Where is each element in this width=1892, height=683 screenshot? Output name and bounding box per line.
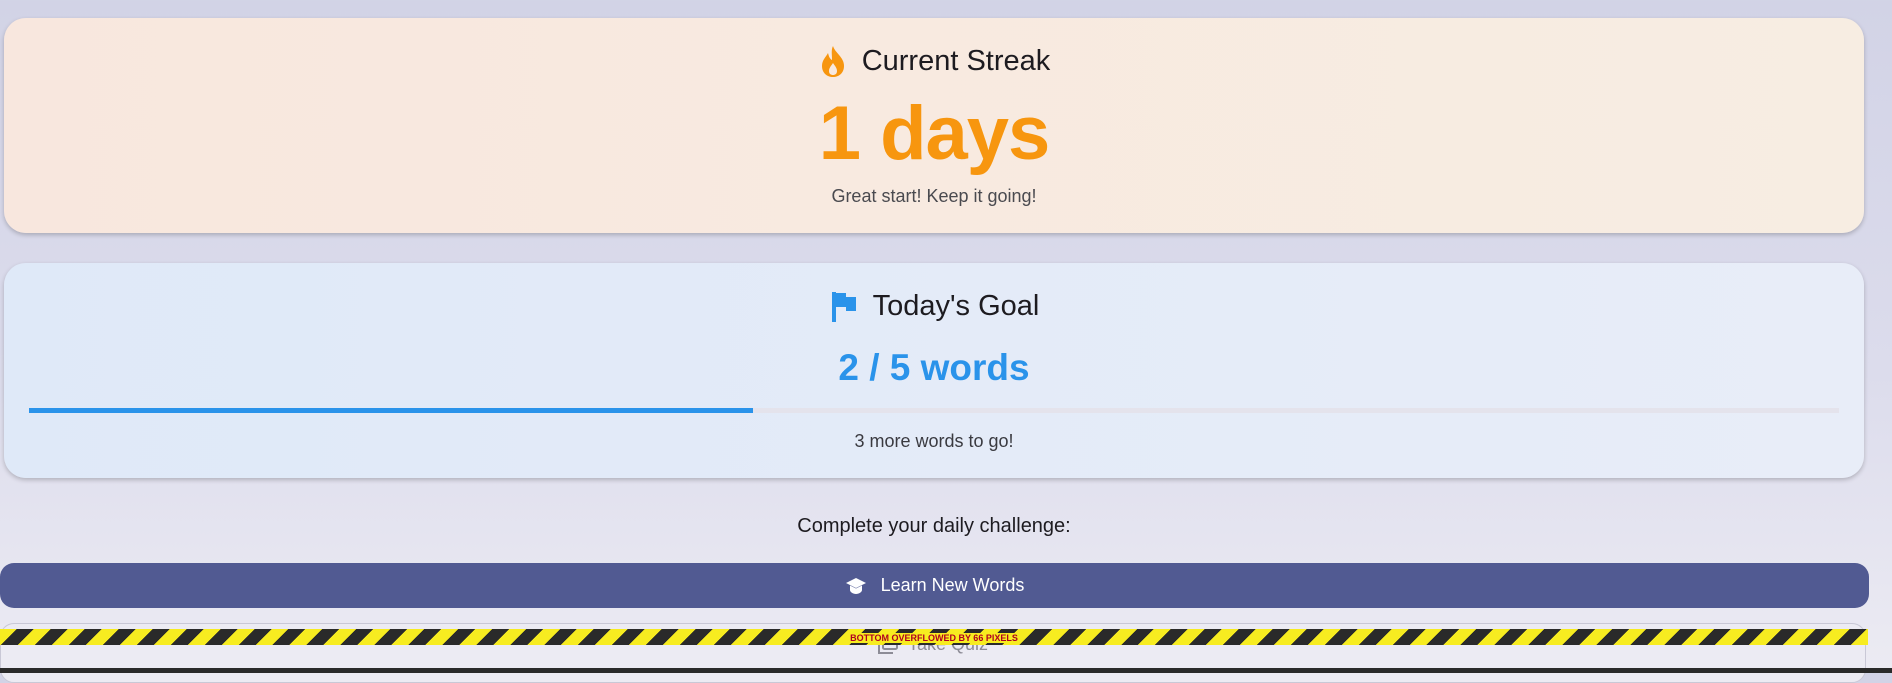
goal-value: 2 / 5 words (838, 347, 1030, 388)
streak-value: 1 days (818, 91, 1051, 176)
overflow-warning-text: BOTTOM OVERFLOWED BY 66 PIXELS (848, 633, 1020, 643)
challenge-label: Complete your daily challenge: (797, 515, 1071, 537)
goal-title: Today's Goal (872, 289, 1040, 322)
goal-header: Today's Goal (4, 289, 1864, 323)
graduation-cap-icon (845, 577, 867, 595)
goal-progress-fill (29, 408, 753, 413)
flag-icon (829, 289, 859, 323)
streak-title: Current Streak (861, 44, 1051, 77)
streak-header: Current Streak (4, 44, 1864, 78)
fire-icon (818, 44, 848, 78)
goal-message: 3 more words to go! (854, 431, 1014, 451)
streak-card: Current Streak 1 days Great start! Keep … (4, 18, 1864, 233)
goal-progress-bar (29, 408, 1839, 413)
bottom-edge (0, 668, 1892, 673)
learn-new-words-button[interactable]: Learn New Words (0, 563, 1869, 608)
learn-button-label: Learn New Words (880, 575, 1025, 595)
goal-card: Today's Goal 2 / 5 words 3 more words to… (4, 263, 1864, 478)
streak-message: Great start! Keep it going! (831, 186, 1037, 206)
